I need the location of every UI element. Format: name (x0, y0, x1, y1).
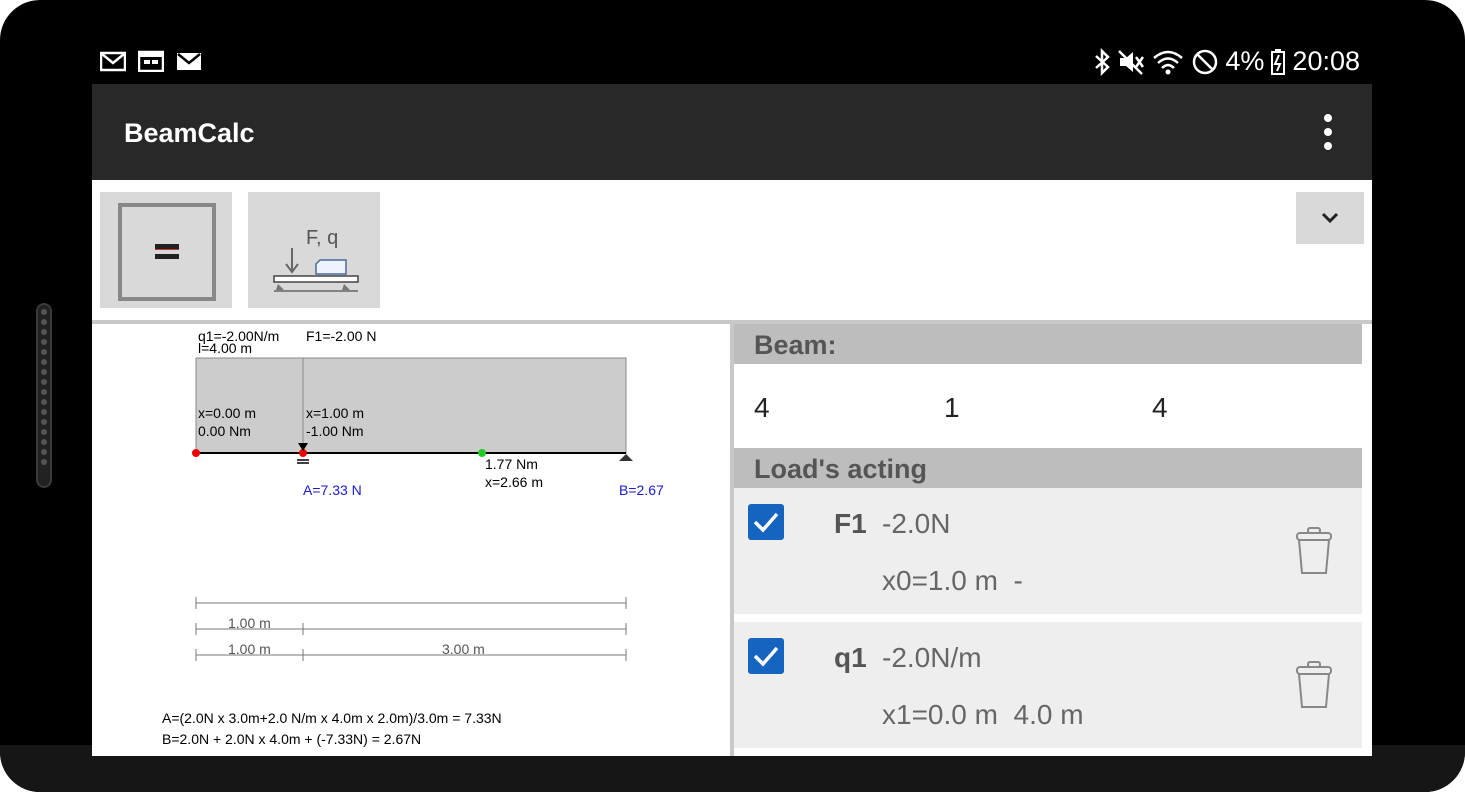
load-icon-label: F, q (306, 227, 338, 249)
mail-icon (177, 53, 201, 70)
trash-icon[interactable] (1294, 526, 1334, 576)
dimension-3: 3.00 m (442, 641, 485, 657)
max-moment-x: x=2.66 m (485, 474, 543, 490)
formula-a: A=(2.0N x 3.0m+2.0 N/m x 4.0m x 2.0m)/3.… (162, 710, 502, 726)
load-value: -2.0N/m (882, 642, 982, 673)
point1-x: x=0.00 m (198, 405, 256, 421)
reaction-b: B=2.67 (619, 482, 664, 498)
reaction-a: A=7.33 N (303, 482, 362, 498)
battery-percent: 4% (1225, 46, 1265, 76)
status-bar: 4% 20:08 (92, 36, 1372, 84)
beam-value-support-a: 1 (944, 392, 960, 423)
max-moment: 1.77 Nm (485, 456, 538, 472)
overflow-menu-icon[interactable] (1320, 114, 1336, 150)
f-load-label: F1=-2.00 N (306, 328, 376, 344)
load-checkbox[interactable] (748, 638, 784, 674)
load-value: -2.0N (882, 508, 951, 539)
check-icon (753, 512, 779, 533)
calendar-icon (138, 50, 164, 72)
dropdown-button[interactable] (1296, 192, 1364, 244)
load-name: q1 (834, 642, 867, 673)
chevron-down-icon (1321, 212, 1339, 224)
beam-value-length: 4 (754, 392, 770, 423)
loads-section-header: Load's acting (734, 448, 1362, 488)
beam-values-row[interactable]: 4 1 4 (734, 364, 1362, 448)
clock: 20:08 (1292, 46, 1360, 76)
load-item-f1[interactable]: F1 -2.0N x0=1.0 m - (734, 488, 1362, 614)
beam-diagram-panel: q1=-2.00N/m F1=-2.00 N l=4.00 m x=0.00 m… (92, 324, 730, 756)
moment-area (195, 357, 627, 454)
battery-icon (1271, 48, 1286, 75)
dimension-1: 1.00 m (228, 615, 271, 631)
load-icon: F, q (273, 227, 359, 292)
length-label: l=4.00 m (198, 340, 252, 356)
dnd-icon (1193, 49, 1218, 74)
point2-moment: -1.00 Nm (306, 423, 364, 439)
load-position: x0=1.0 m - (882, 565, 1023, 596)
equals-icon (118, 203, 216, 301)
wifi-icon (1153, 50, 1184, 74)
beam-diagram: q1=-2.00N/m F1=-2.00 N l=4.00 m x=0.00 m… (192, 328, 664, 661)
point1-moment: 0.00 Nm (198, 423, 251, 439)
formula-b: B=2.0N + 2.0N x 4.0m + (-7.33N) = 2.67N (162, 731, 422, 747)
load-position: x1=0.0 m 4.0 m (882, 699, 1084, 730)
trash-icon[interactable] (1294, 660, 1334, 710)
bluetooth-icon (1095, 47, 1111, 76)
side-button (36, 303, 52, 488)
load-item-q1[interactable]: q1 -2.0N/m x1=0.0 m 4.0 m (734, 622, 1362, 748)
app-bar: BeamCalc (92, 84, 1372, 180)
beam-value-support-b: 4 (1152, 392, 1168, 423)
app-title: BeamCalc (124, 118, 255, 148)
toolbar: F, q (92, 180, 1372, 320)
calculate-button[interactable] (100, 192, 232, 308)
load-name: F1 (834, 508, 867, 539)
add-load-button[interactable]: F, q (248, 192, 380, 308)
beam-section-header: Beam: (734, 324, 1362, 364)
mail-icon (100, 51, 126, 72)
dimension-2: 1.00 m (228, 641, 271, 657)
load-checkbox[interactable] (748, 504, 784, 540)
point2-x: x=1.00 m (306, 405, 364, 421)
mute-icon (1118, 49, 1145, 75)
check-icon (753, 646, 779, 667)
properties-panel: Beam: 4 1 4 Load's acting F1 -2.0N x0=1.… (734, 324, 1372, 756)
